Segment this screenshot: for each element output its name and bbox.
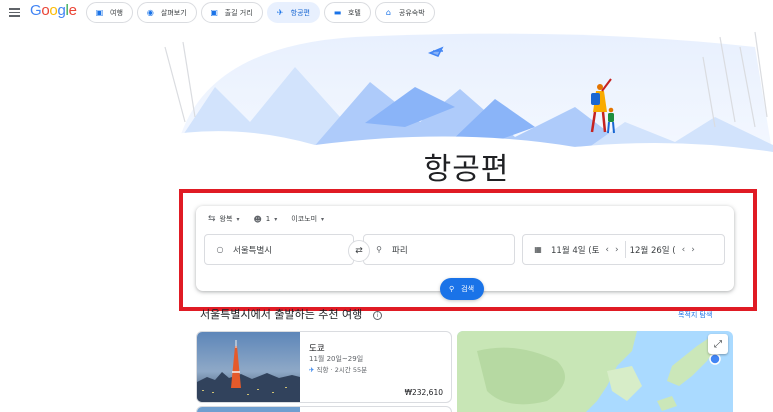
chip-vacation-rentals[interactable]: ⌂ 공유숙박 xyxy=(374,2,435,23)
expand-map-button[interactable]: ⤢ xyxy=(708,334,728,354)
swap-icon: ⇄ xyxy=(355,246,363,256)
flight-icon: ✈ xyxy=(309,366,315,374)
explore-icon: ◉ xyxy=(146,8,154,17)
explore-destinations-link[interactable]: 목적지 탐색 xyxy=(678,310,712,320)
chip-label: 여행 xyxy=(110,8,123,17)
top-bar: Google ▣ 여행 ◉ 살펴보기 ▣ 출길 거리 ✈ 항공편 ▬ 호텔 ⌂ 공유숙박 xyxy=(0,0,773,26)
chip-explore[interactable]: ◉ 살펴보기 xyxy=(136,2,197,23)
home-icon: ⌂ xyxy=(385,8,391,17)
trip-image xyxy=(197,407,300,412)
chip-label: 항공편 xyxy=(290,8,310,17)
google-logo[interactable]: Google xyxy=(30,2,77,19)
menu-icon[interactable] xyxy=(9,8,20,17)
section-title-text: 서울특별시에서 출발하는 추천 여행 xyxy=(200,308,363,321)
hero-illustration xyxy=(155,27,773,157)
chip-label: 살펴보기 xyxy=(160,8,187,17)
trip-dates: 11월 20일~29일 xyxy=(309,355,364,363)
search-icon: ⚲ xyxy=(449,285,455,293)
chip-label: 출길 거리 xyxy=(224,8,253,17)
chip-hotels[interactable]: ▬ 호텔 xyxy=(323,2,371,23)
chip-label: 호텔 xyxy=(347,8,361,17)
search-button-label: 검색 xyxy=(461,285,475,293)
trip-info-text: 직항 · 2시간 55분 xyxy=(316,366,368,374)
trip-info: ✈ 직항 · 2시간 55분 xyxy=(309,364,367,374)
chip-flights[interactable]: ✈ 항공편 xyxy=(266,2,320,23)
section-title: 서울특별시에서 출발하는 추천 여행 i xyxy=(200,306,382,322)
search-button[interactable]: ⚲ 검색 xyxy=(440,278,485,300)
logo-letter: e xyxy=(68,2,77,19)
nav-chips: ▣ 여행 ◉ 살펴보기 ▣ 출길 거리 ✈ 항공편 ▬ 호텔 ⌂ 공유숙박 xyxy=(86,2,435,23)
page-title: 항공편 xyxy=(423,152,510,187)
suitcase-icon: ▣ xyxy=(95,8,104,17)
chip-travel[interactable]: ▣ 여행 xyxy=(86,2,133,23)
camera-icon: ▣ xyxy=(210,8,218,17)
airplane-icon: ✈ xyxy=(276,8,284,17)
trip-price: ₩232,610 xyxy=(404,388,443,397)
destinations-map[interactable] xyxy=(457,331,733,412)
logo-letter: G xyxy=(30,2,42,19)
logo-letter: g xyxy=(57,2,66,19)
trip-card[interactable] xyxy=(196,406,452,412)
chip-label: 공유숙박 xyxy=(398,8,425,17)
chip-things-to-do[interactable]: ▣ 출길 거리 xyxy=(200,2,263,23)
bed-icon: ▬ xyxy=(333,8,342,17)
expand-icon: ⤢ xyxy=(714,338,722,350)
swap-button[interactable]: ⇄ xyxy=(348,240,370,262)
info-icon[interactable]: i xyxy=(372,311,382,320)
trip-card[interactable]: 도쿄 11월 20일~29일 ✈ 직항 · 2시간 55분 ₩232,610 xyxy=(196,331,452,403)
trip-image xyxy=(197,332,300,402)
trip-city: 도쿄 xyxy=(309,344,325,354)
